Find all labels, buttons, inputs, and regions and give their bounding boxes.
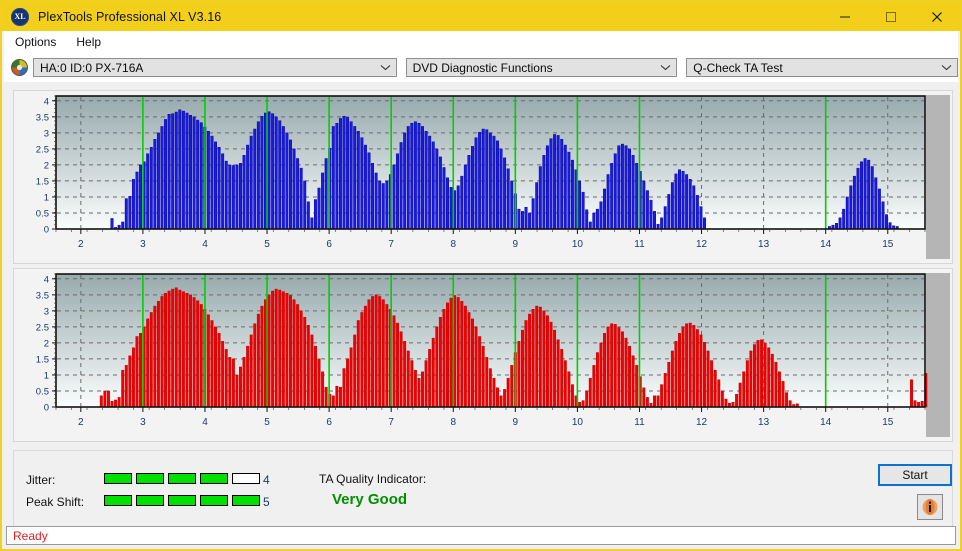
peak-shift-chart-panel: 0 0.5 1 1.5 2 2.5 3 3.5 4 2 3 4 5 6 7 8 9 10 11 12 13 14 15 [13,268,953,442]
svg-text:14: 14 [820,239,832,250]
title-bar: XL PlexTools Professional XL V3.16 [2,2,960,31]
svg-text:2: 2 [44,339,49,350]
svg-text:3: 3 [44,128,49,139]
svg-text:9: 9 [513,417,519,428]
meter-segment [232,473,260,484]
svg-text:14: 14 [820,417,832,428]
meter-segment [232,495,260,506]
ta-quality-value: Very Good [332,491,408,508]
test-select[interactable]: Q-Check TA Test [686,58,958,77]
start-button-label: Start [902,468,928,482]
svg-text:2: 2 [78,239,84,250]
svg-text:5: 5 [264,239,270,250]
meter-segment [168,495,196,506]
svg-text:6: 6 [326,239,332,250]
svg-text:7: 7 [388,417,394,428]
function-select-value: DVD Diagnostic Functions [412,60,553,75]
disc-icon [11,59,28,76]
jitter-chart-panel: 0 0.5 1 1.5 2 2.5 3 3.5 4 2 3 4 5 6 7 8 9 10 11 12 13 14 15 [13,90,953,264]
drive-select-value: HA:0 ID:0 PX-716A [40,60,144,75]
status-bar: Ready [6,526,956,545]
xl-disc-icon: XL [11,7,29,26]
svg-text:3.5: 3.5 [36,290,49,301]
svg-text:15: 15 [882,239,894,250]
svg-text:3.5: 3.5 [36,112,49,123]
svg-text:1.5: 1.5 [36,177,49,188]
peak-shift-meter [104,495,260,506]
svg-text:3: 3 [140,417,146,428]
window-title: PlexTools Professional XL V3.16 [38,9,222,24]
info-icon [922,499,938,515]
svg-text:3: 3 [44,306,49,317]
peak-shift-chart[interactable]: 0 0.5 1 1.5 2 2.5 3 3.5 4 2 3 4 5 6 7 8 9 10 11 12 13 14 15 [14,269,952,441]
info-button[interactable] [917,494,943,520]
meter-segment [168,473,196,484]
jitter-meter [104,473,260,484]
test-select-value: Q-Check TA Test [693,60,783,75]
menu-item-help[interactable]: Help [67,33,110,51]
svg-text:12: 12 [696,239,708,250]
svg-text:1.5: 1.5 [36,355,49,366]
drive-select[interactable]: HA:0 ID:0 PX-716A [33,58,397,77]
results-panel: Jitter: 4 Peak Shift: 5 TA Quality Indic… [13,450,953,527]
svg-text:10: 10 [572,417,584,428]
svg-text:8: 8 [450,239,456,250]
svg-text:13: 13 [758,417,770,428]
jitter-label: Jitter: [26,473,56,487]
jitter-chart[interactable]: 0 0.5 1 1.5 2 2.5 3 3.5 4 2 3 4 5 6 7 8 9 10 11 12 13 14 15 [14,91,952,263]
svg-text:5: 5 [264,417,270,428]
svg-text:10: 10 [572,239,584,250]
meter-segment [136,473,164,484]
svg-text:4: 4 [44,274,49,285]
meter-segment [136,495,164,506]
svg-text:1: 1 [44,193,49,204]
svg-text:13: 13 [758,239,770,250]
meter-segment [104,473,132,484]
svg-text:9: 9 [513,239,519,250]
svg-text:2: 2 [44,161,49,172]
meter-segment [200,473,228,484]
svg-text:8: 8 [450,417,456,428]
svg-text:2.5: 2.5 [36,322,49,333]
app-window: XL PlexTools Professional XL V3.16 Optio… [0,0,962,551]
chevron-down-icon [380,59,391,76]
minimize-icon[interactable] [822,2,868,31]
toolbar: HA:0 ID:0 PX-716A DVD Diagnostic Functio… [4,53,958,82]
maximize-icon[interactable] [868,2,914,31]
svg-text:11: 11 [634,239,645,250]
svg-text:2.5: 2.5 [36,144,49,155]
function-select[interactable]: DVD Diagnostic Functions [405,58,678,77]
start-button[interactable]: Start [878,464,952,486]
svg-text:4: 4 [44,96,49,107]
peak-shift-label: Peak Shift: [26,495,85,509]
svg-text:3: 3 [140,239,146,250]
svg-text:0.5: 0.5 [36,209,49,220]
svg-text:6: 6 [326,417,332,428]
svg-text:4: 4 [202,239,208,250]
svg-text:2: 2 [78,417,84,428]
close-icon[interactable] [914,2,960,31]
svg-text:0: 0 [44,403,49,414]
svg-text:0.5: 0.5 [36,387,49,398]
jitter-value: 4 [263,473,270,487]
svg-text:12: 12 [696,417,708,428]
svg-text:7: 7 [388,239,394,250]
svg-text:15: 15 [882,417,894,428]
chevron-down-icon [941,59,952,76]
meter-segment [104,495,132,506]
chevron-down-icon [660,59,671,76]
menu-item-options[interactable]: Options [6,33,65,51]
menu-bar: Options Help [4,31,958,53]
svg-text:11: 11 [634,417,645,428]
svg-text:0: 0 [44,225,49,236]
meter-segment [200,495,228,506]
ta-quality-label: TA Quality Indicator: [319,472,427,486]
svg-text:1: 1 [44,371,49,382]
svg-text:4: 4 [202,417,208,428]
peak-shift-value: 5 [263,495,270,509]
status-text: Ready [13,528,48,543]
window-controls [822,2,960,31]
